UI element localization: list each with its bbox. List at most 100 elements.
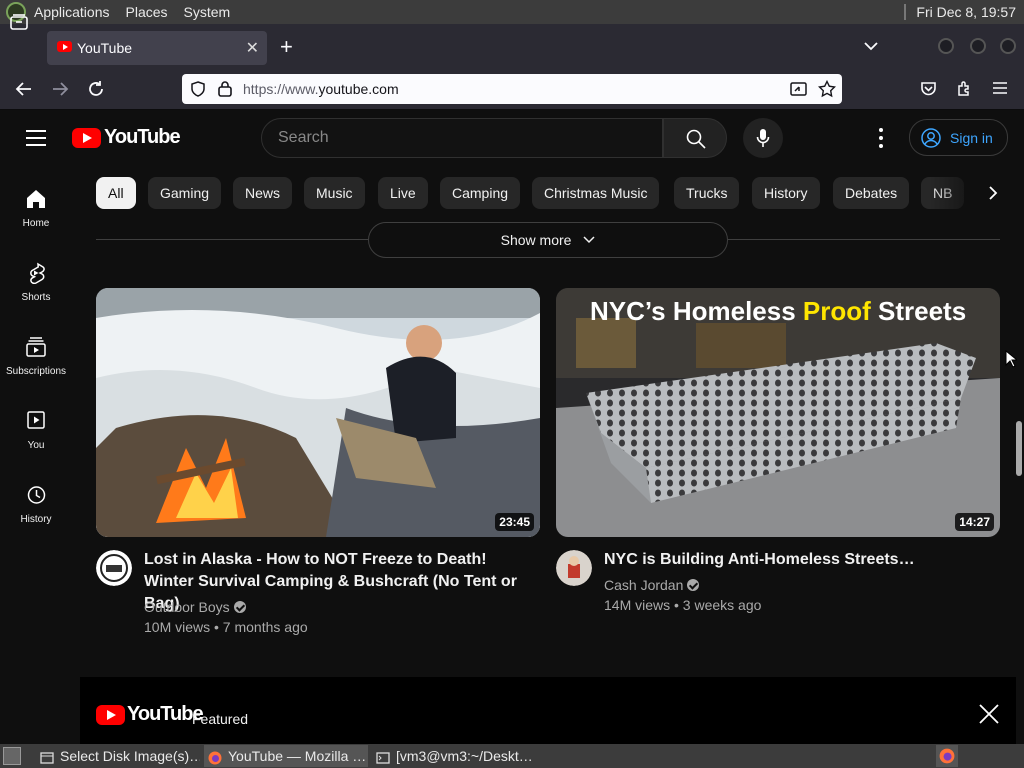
voice-search-button[interactable] (743, 118, 783, 158)
top-panel: Applications Places System Fri Dec 8, 19… (0, 0, 1024, 24)
guide-menu-icon[interactable] (26, 130, 46, 146)
video-title[interactable]: NYC is Building Anti-Homeless Streets… (604, 549, 994, 571)
search-input[interactable] (278, 129, 648, 147)
mouse-cursor-icon (1005, 349, 1019, 373)
close-window-button[interactable] (1000, 38, 1016, 54)
youtube-favicon-icon (57, 41, 72, 52)
video-meta: 10M views • 7 months ago (144, 619, 308, 635)
shield-icon[interactable] (190, 81, 206, 102)
window-icon (40, 749, 54, 764)
chip-debates[interactable]: Debates (833, 177, 910, 209)
show-more-label: Show more (500, 232, 572, 248)
youtube-logo-text[interactable]: YouTube (104, 126, 181, 149)
applications-menu[interactable]: Applications (26, 0, 118, 24)
page-scrollbar[interactable] (1016, 421, 1022, 476)
chip-scroll-right-icon[interactable] (988, 186, 998, 203)
tab-close-icon[interactable]: ✕ (246, 38, 259, 58)
minimize-button[interactable] (938, 38, 954, 54)
you-icon (27, 411, 45, 429)
show-desktop-icon[interactable] (3, 747, 21, 765)
bookmark-star-icon[interactable] (818, 79, 836, 103)
task-terminal[interactable]: [vm3@vm3:~/Deskt… (372, 745, 538, 767)
guide-label: Subscriptions (5, 366, 67, 377)
channel-avatar[interactable] (96, 550, 132, 586)
channel-name[interactable]: Cash Jordan (604, 577, 683, 593)
app-menu-icon[interactable] (992, 80, 1008, 98)
url-domain: youtube.com (318, 81, 399, 97)
guide-item-shorts[interactable]: Shorts (0, 262, 72, 322)
search-icon (686, 129, 706, 149)
back-icon[interactable] (15, 80, 33, 101)
chip-news[interactable]: News (233, 177, 293, 209)
close-icon[interactable] (978, 703, 1000, 725)
channel-avatar[interactable] (556, 550, 592, 586)
guide-label: History (20, 514, 52, 525)
taskbar: Select Disk Image(s)… YouTube — Mozilla … (0, 744, 1024, 768)
channel-name-row: Cash Jordan (604, 577, 700, 593)
forward-icon[interactable] (51, 80, 69, 101)
guide-label: Shorts (21, 292, 51, 303)
search-button[interactable] (663, 118, 727, 158)
home-icon (27, 190, 45, 208)
clock[interactable]: Fri Dec 8, 19:57 (916, 4, 1016, 20)
search-box[interactable] (261, 118, 663, 158)
youtube-logo-icon (96, 705, 125, 725)
chip-live[interactable]: Live (378, 177, 428, 209)
video-meta: 14M views • 3 weeks ago (604, 597, 762, 613)
chip-history[interactable]: History (752, 177, 820, 209)
subscriptions-icon (26, 337, 46, 357)
verified-badge-icon (233, 601, 246, 613)
reader-view-icon[interactable] (790, 81, 807, 102)
channel-name-row: Outdoor Boys (144, 599, 246, 615)
video-thumbnail[interactable]: NYC’s Homeless Proof Streets 14:27 (556, 288, 1000, 537)
pocket-icon[interactable] (920, 80, 937, 100)
firefox-view-icon[interactable] (10, 14, 30, 32)
terminal-icon (376, 749, 390, 764)
new-tab-button[interactable]: + (280, 34, 293, 60)
places-menu[interactable]: Places (118, 0, 176, 24)
chip-christmas-music[interactable]: Christmas Music (532, 177, 660, 209)
video-thumbnail[interactable]: 23:45 (96, 288, 540, 537)
guide-label: Home (22, 218, 50, 229)
navigation-toolbar: https://www.youtube.com (0, 69, 1024, 110)
firefox-icon (939, 748, 955, 764)
campfire-thumbnail-image (96, 288, 540, 537)
account-icon (921, 128, 941, 148)
divider (96, 239, 368, 240)
youtube-page: YouTube Sign in Home Shorts Subscription… (0, 111, 1024, 744)
shorts-icon (30, 262, 45, 284)
chip-fade (930, 175, 1024, 211)
lock-icon[interactable] (218, 80, 232, 102)
youtube-logo-icon[interactable] (72, 128, 101, 148)
guide-item-you[interactable]: You (0, 410, 72, 470)
url-text[interactable]: https://www.youtube.com (243, 81, 399, 97)
microphone-icon (756, 129, 770, 147)
chevron-down-icon (583, 236, 595, 244)
settings-more-icon[interactable] (870, 126, 890, 150)
chip-all[interactable]: All (96, 177, 136, 209)
guide-item-home[interactable]: Home (0, 188, 72, 248)
task-firefox-youtube[interactable]: YouTube — Mozilla … (204, 745, 368, 767)
reload-icon[interactable] (87, 80, 105, 101)
chip-music[interactable]: Music (304, 177, 365, 209)
task-select-disk-image[interactable]: Select Disk Image(s)… (36, 745, 200, 767)
extensions-icon[interactable] (956, 80, 973, 100)
list-all-tabs-icon[interactable] (864, 38, 878, 54)
channel-name[interactable]: Outdoor Boys (144, 599, 230, 615)
chip-trucks[interactable]: Trucks (674, 177, 740, 209)
url-scheme: https://www. (243, 81, 319, 97)
sign-in-button[interactable]: Sign in (909, 119, 1008, 156)
system-menu[interactable]: System (176, 0, 239, 24)
tab-youtube[interactable]: YouTube ✕ (47, 31, 267, 65)
guide-item-history[interactable]: History (0, 484, 72, 544)
chip-gaming[interactable]: Gaming (148, 177, 222, 209)
guide-item-subscriptions[interactable]: Subscriptions (0, 336, 72, 396)
firefox-icon (208, 749, 222, 765)
maximize-button[interactable] (970, 38, 986, 54)
chip-camping[interactable]: Camping (440, 177, 521, 209)
panel-separator (904, 4, 907, 20)
workspace-switcher[interactable] (936, 745, 958, 767)
url-bar[interactable]: https://www.youtube.com (182, 74, 842, 104)
show-more-button[interactable]: Show more (368, 222, 728, 258)
guide-label: You (27, 440, 45, 451)
